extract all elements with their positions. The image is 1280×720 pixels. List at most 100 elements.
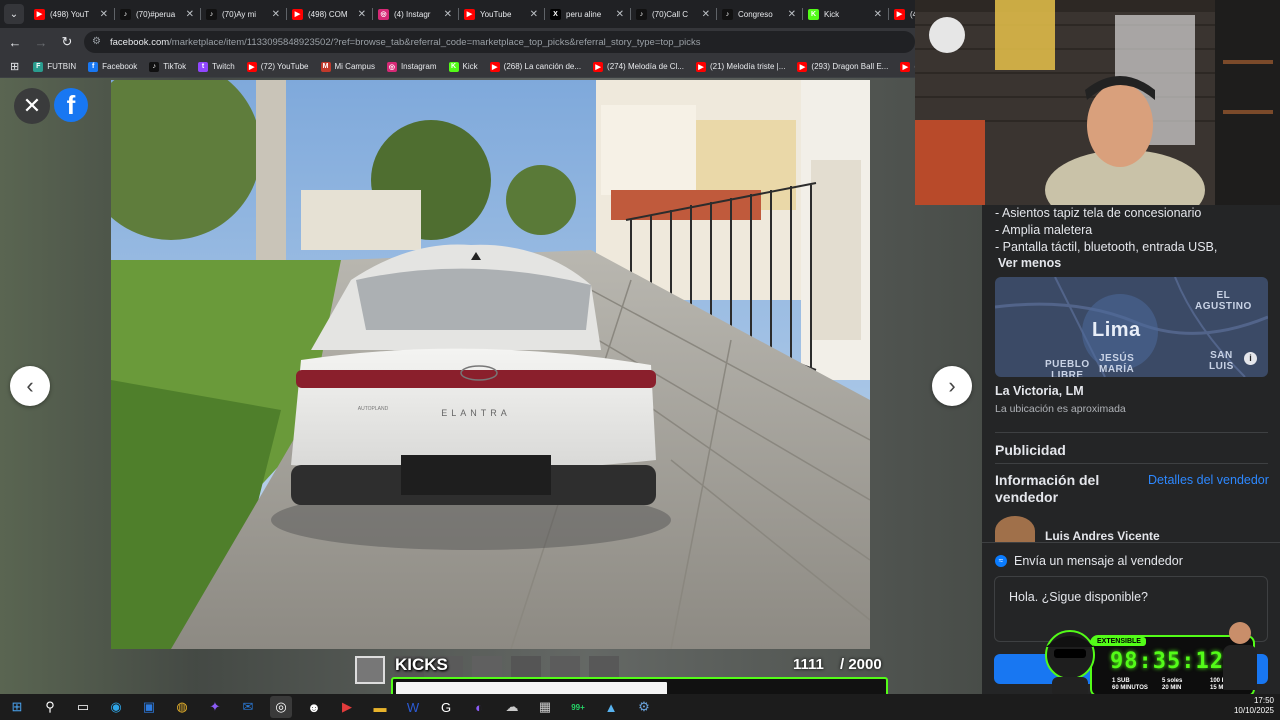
bookmark-item[interactable]: ▶ (293) Dragon Ball E... <box>797 61 889 72</box>
see-less-link[interactable]: Ver menos <box>998 256 1061 270</box>
seller-name[interactable]: Luis Andres Vicente <box>1045 529 1160 543</box>
tab-title: (498) COM <box>308 9 348 19</box>
apps-grid-icon[interactable]: ⊞ <box>10 60 19 73</box>
youtube-icon: ▶ <box>292 8 303 20</box>
browser-tab[interactable]: ▶ (498) YouT ✕ <box>28 2 114 26</box>
bookmark-label: Instagram <box>400 62 437 71</box>
close-tab-icon[interactable]: ✕ <box>616 9 624 20</box>
bookmark-icon: f <box>88 61 99 72</box>
map-info-icon[interactable]: i <box>1244 352 1257 365</box>
calculator-icon[interactable]: ▦ <box>534 696 556 718</box>
bookmark-icon: ▶ <box>797 61 808 72</box>
message-text: Hola. ¿Sigue disponible? <box>1009 590 1148 604</box>
photo-viewer: ELANTRA AUTOPLAND ✕ f ‹ › <box>0 78 982 694</box>
browser-tab[interactable]: K Kick ✕ <box>802 2 888 26</box>
back-icon[interactable]: ← <box>4 31 26 53</box>
reload-icon[interactable]: ↻ <box>56 31 78 53</box>
browser-tab[interactable]: ▶ (498) COM ✕ <box>286 2 372 26</box>
discord-icon[interactable]: ◐ <box>468 696 490 718</box>
whatsapp-icon[interactable]: 99+ <box>567 696 589 718</box>
streamer-avatar-icon <box>1223 622 1257 690</box>
close-tab-icon[interactable]: ✕ <box>874 9 882 20</box>
browser-tab[interactable]: ◎ (4) Instagr ✕ <box>372 2 458 26</box>
close-tab-icon[interactable]: ✕ <box>702 9 710 20</box>
bookmark-icon: K <box>448 61 459 72</box>
listing-photo: ELANTRA AUTOPLAND <box>111 80 870 649</box>
task-view-icon[interactable]: ▭ <box>72 696 94 718</box>
site-info-icon[interactable]: ⚙ <box>92 36 104 48</box>
next-photo-button[interactable]: › <box>932 366 972 406</box>
app-icon[interactable]: ☁ <box>501 696 523 718</box>
bookmark-item[interactable]: ▶ (268) La canción de... <box>489 61 581 72</box>
bookmark-item[interactable]: ▶ (274) Melodía de Cl... <box>593 61 684 72</box>
divider <box>995 432 1268 433</box>
tab-title: peru aline <box>566 9 602 19</box>
browser-tab[interactable]: ♪ (70)Call C ✕ <box>630 2 716 26</box>
description-line: - Amplia maletera <box>995 223 1093 237</box>
bookmark-icon: M <box>320 61 331 72</box>
browser-tab[interactable]: ♪ (70)#perua ✕ <box>114 2 200 26</box>
tab-search-dropdown[interactable]: ⌄ <box>4 4 24 24</box>
browser-tab[interactable]: ▶(49✕ <box>888 2 915 26</box>
bookmark-item[interactable]: ◎ Instagram <box>386 61 437 72</box>
close-tab-icon[interactable]: ✕ <box>186 9 194 20</box>
close-tab-icon[interactable]: ✕ <box>358 9 366 20</box>
store-icon[interactable]: ▣ <box>138 696 160 718</box>
youtube-icon: ▶ <box>34 8 45 20</box>
thumbnail[interactable] <box>355 656 385 684</box>
obs-icon[interactable]: ◎ <box>270 696 292 718</box>
close-tab-icon[interactable]: ✕ <box>788 9 796 20</box>
app-icon[interactable]: G <box>435 696 457 718</box>
chrome-icon[interactable]: ◍ <box>171 696 193 718</box>
facebook-logo[interactable]: f <box>54 88 88 122</box>
browser-tab[interactable]: ♪ Congreso ✕ <box>716 2 802 26</box>
seller-heading: Información del vendedor <box>995 472 1100 505</box>
close-tab-icon[interactable]: ✕ <box>272 9 280 20</box>
tab-title: (4) Instagr <box>394 9 431 19</box>
bookmark-item[interactable]: t Twitch <box>198 61 235 72</box>
bookmark-icon: ◎ <box>386 61 397 72</box>
search-icon[interactable]: ⚲ <box>39 696 61 718</box>
browser-tab[interactable]: ♪ (70)Ay mi ✕ <box>200 2 286 26</box>
forward-icon[interactable]: → <box>30 31 52 53</box>
bookmark-icon: ▶ <box>246 61 257 72</box>
address-bar[interactable]: ⚙ facebook.com/marketplace/item/11330958… <box>84 31 915 53</box>
word-icon[interactable]: W <box>402 696 424 718</box>
streamer-mascot-icon <box>1045 630 1095 697</box>
photos-icon[interactable]: ▲ <box>600 696 622 718</box>
bookmark-item[interactable]: ▶( <box>900 61 915 72</box>
edge-icon[interactable]: ◉ <box>105 696 127 718</box>
app-icon[interactable]: ▶ <box>336 696 358 718</box>
close-tab-icon[interactable]: ✕ <box>530 9 538 20</box>
folder-icon[interactable]: ▬ <box>369 696 391 718</box>
bookmark-item[interactable]: M Mi Campus <box>320 61 375 72</box>
map-district-label: PUEBLO LIBRE <box>1045 359 1090 377</box>
start-windows-icon[interactable]: ⊞ <box>6 696 28 718</box>
browser-tab[interactable]: ▶ YouTube ✕ <box>458 2 544 26</box>
bookmark-item[interactable]: K Kick <box>448 61 478 72</box>
bookmark-item[interactable]: ▶ (72) YouTube <box>246 61 309 72</box>
bookmark-label: FUTBIN <box>47 62 77 71</box>
browser-tab[interactable]: Xperu aline ✕ <box>544 2 630 26</box>
close-viewer-button[interactable]: ✕ <box>14 88 50 124</box>
close-tab-icon[interactable]: ✕ <box>444 9 452 20</box>
outlook-icon[interactable]: ✉ <box>237 696 259 718</box>
steam-icon[interactable]: ⚙ <box>633 696 655 718</box>
location-map[interactable]: Lima EL AGUSTINO PUEBLO LIBRE JESÚS MARÍ… <box>995 277 1268 377</box>
url-path: /marketplace/item/1133095848923502/?ref=… <box>169 36 701 48</box>
bookmark-item[interactable]: f Facebook <box>88 61 137 72</box>
bookmark-item[interactable]: ▶ (21) Melodía triste |... <box>695 61 785 72</box>
previous-photo-button[interactable]: ‹ <box>10 366 50 406</box>
kick-icon: K <box>808 8 819 20</box>
bookmark-item[interactable]: F FUTBIN <box>33 61 77 72</box>
app-icon[interactable]: ☻ <box>303 696 325 718</box>
bookmark-label: (293) Dragon Ball E... <box>811 62 889 71</box>
app-icon[interactable]: ✦ <box>204 696 226 718</box>
bookmark-label: Kick <box>462 62 478 71</box>
bookmark-item[interactable]: ♪ TikTok <box>149 61 186 72</box>
webcam-overlay <box>915 0 1280 205</box>
seller-details-link[interactable]: Detalles del vendedor <box>1148 473 1269 487</box>
close-tab-icon[interactable]: ✕ <box>100 9 108 20</box>
tiktok-icon: ♪ <box>206 8 217 20</box>
bookmark-icon: ♪ <box>149 61 160 72</box>
